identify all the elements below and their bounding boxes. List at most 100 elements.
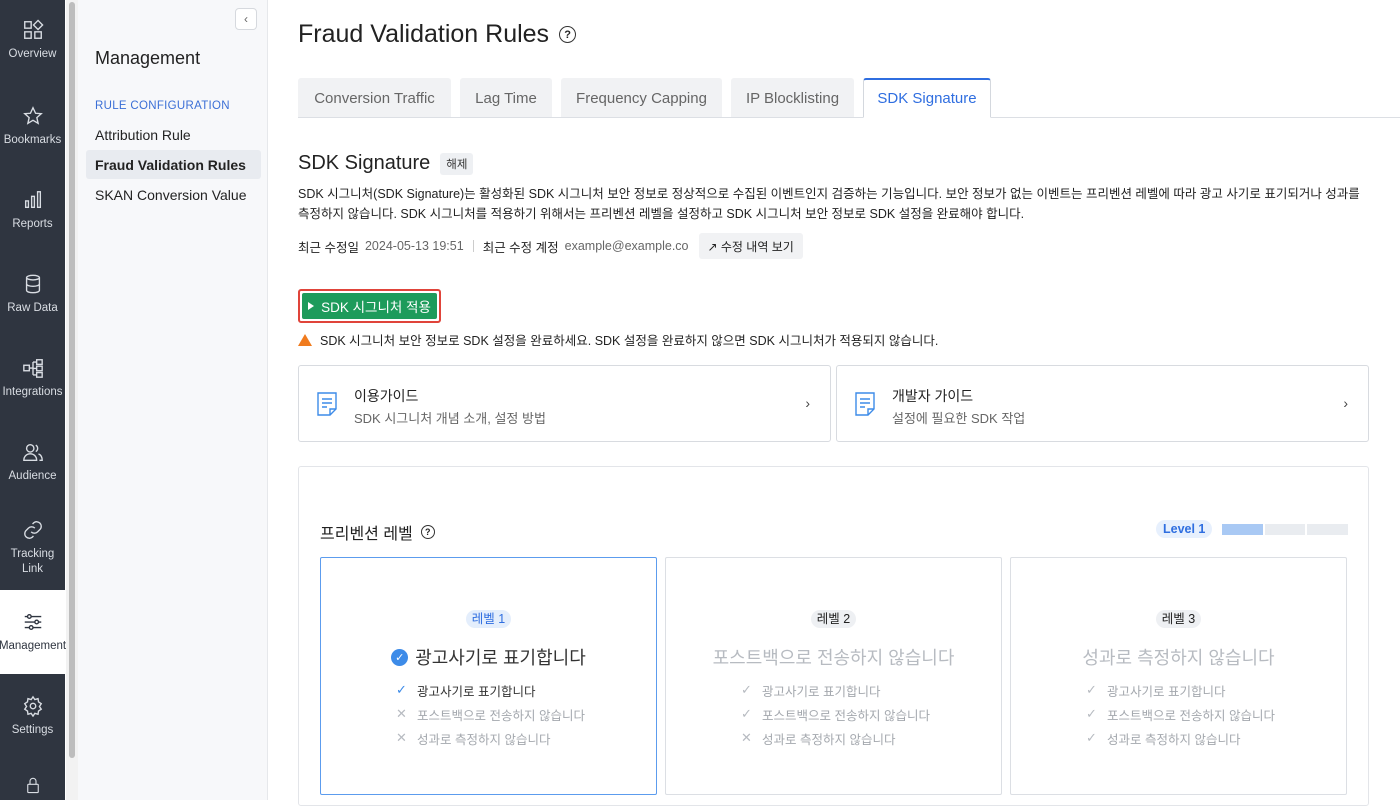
x-icon: ✕ <box>396 730 407 745</box>
nav-raw-data-label: Raw Data <box>7 301 58 314</box>
nav-raw-data[interactable]: Raw Data <box>0 254 65 334</box>
document-icon <box>855 392 875 416</box>
warning-message: SDK 시그니처 보안 정보로 SDK 설정을 완료하세요. SDK 설정을 완… <box>298 330 938 349</box>
nav-reports[interactable]: Reports <box>0 170 65 250</box>
level-badge: 레벨 2 <box>666 608 1001 628</box>
sidebar-item-skan-conversion-value[interactable]: SKAN Conversion Value <box>86 180 261 209</box>
overview-icon <box>23 18 44 39</box>
page-title: Fraud Validation Rules ? <box>298 20 577 49</box>
x-icon: ✕ <box>741 730 752 745</box>
nav-tracking-link-label: Tracking Link <box>10 548 55 575</box>
nav-audience-label: Audience <box>8 469 57 482</box>
list-item: ✕ 포스트백으로 전송하지 않습니다 <box>395 702 585 726</box>
list-item: ✓ 포스트백으로 전송하지 않습니다 <box>1085 702 1275 726</box>
developer-guide-title: 개발자 가이드 <box>892 388 974 404</box>
document-icon <box>317 392 337 416</box>
status-badge: 해제 <box>440 152 474 175</box>
link-icon <box>23 521 42 539</box>
user-guide-title: 이용가이드 <box>354 388 419 404</box>
help-icon[interactable]: ? <box>420 525 435 539</box>
check-icon: ✓ <box>1086 682 1097 697</box>
nav-settings[interactable]: Settings <box>0 676 65 756</box>
nav-lock[interactable] <box>0 760 65 800</box>
lock-icon <box>26 777 39 794</box>
nav-tracking-link[interactable]: Tracking Link <box>0 506 65 590</box>
nav-bookmarks-label: Bookmarks <box>3 133 62 146</box>
check-icon: ✓ <box>1086 706 1097 721</box>
database-icon <box>25 274 40 293</box>
sliders-icon <box>24 613 41 630</box>
developer-guide-card[interactable]: 개발자 가이드 설정에 필요한 SDK 작업 › <box>836 365 1369 442</box>
list-item: ✓ 포스트백으로 전송하지 않습니다 <box>740 702 930 726</box>
tab-sdk-signature[interactable]: SDK Signature <box>863 78 991 118</box>
level-badge-text: 레벨 2 <box>810 610 857 628</box>
list-item-text: 성과로 측정하지 않습니다 <box>762 732 896 747</box>
list-item-text: 광고사기로 표기합니다 <box>1107 684 1226 699</box>
page-title-text: Fraud Validation Rules <box>298 20 550 48</box>
modified-date-value: 2024-05-13 19:51 <box>364 239 464 253</box>
sidebar-item-attribution-rule[interactable]: Attribution Rule <box>86 120 261 149</box>
chevron-right-icon: › <box>805 395 810 411</box>
check-icon: ✓ <box>741 682 752 697</box>
list-item-text: 광고사기로 표기합니다 <box>417 684 536 699</box>
apply-sdk-signature-button[interactable]: SDK 시그니처 적용 <box>298 289 441 323</box>
modified-account-value: example@example.co <box>564 239 689 253</box>
warning-icon <box>298 333 312 346</box>
level-segment-1 <box>1222 524 1263 535</box>
modified-date-label: 최근 수정일 <box>298 240 359 255</box>
nav-overview-label: Overview <box>8 47 57 60</box>
level-card-1[interactable]: 레벨 1 ✓ 광고사기로 표기합니다 ✓ 광고사기로 표기합니다 ✕ 포스트백으로 전… <box>320 557 657 795</box>
tab-conversion-traffic[interactable]: Conversion Traffic <box>298 78 451 117</box>
nav-overview[interactable]: Overview <box>0 0 65 80</box>
check-icon: ✓ <box>741 706 752 721</box>
star-icon <box>22 105 43 125</box>
level-headline: 포스트백으로 전송하지 않습니다 <box>712 648 955 668</box>
current-level-badge: Level 1 <box>1156 520 1213 538</box>
collapse-sidebar-button[interactable]: ‹ <box>235 8 257 30</box>
list-item: ✓ 광고사기로 표기합니다 <box>740 678 930 702</box>
nav-management[interactable]: Management <box>0 590 66 674</box>
modification-meta: 최근 수정일 2024-05-13 19:51 최근 수정 계정 example… <box>298 233 803 259</box>
level-card-3[interactable]: 레벨 3 성과로 측정하지 않습니다 ✓ 광고사기로 표기합니다 ✓ 포스트백으로 … <box>1010 557 1347 795</box>
user-guide-card[interactable]: 이용가이드 SDK 시그니처 개념 소개, 설정 방법 › <box>298 365 831 442</box>
list-item: ✕ 성과로 측정하지 않습니다 <box>395 726 585 750</box>
user-guide-subtitle: SDK 시그니처 개념 소개, 설정 방법 <box>354 411 546 426</box>
tab-ip-blocklisting[interactable]: IP Blocklisting <box>731 78 854 117</box>
list-item: ✓ 광고사기로 표기합니다 <box>395 678 585 702</box>
developer-guide-subtitle: 설정에 필요한 SDK 작업 <box>892 411 1026 426</box>
level-headline: 성과로 측정하지 않습니다 <box>1082 648 1275 668</box>
tab-lag-time[interactable]: Lag Time <box>460 78 552 117</box>
nav-scrollbar[interactable] <box>66 0 78 800</box>
view-history-button[interactable]: ↗ 수정 내역 보기 <box>698 233 803 259</box>
level-badge: 레벨 1 <box>321 608 656 628</box>
nav-integrations[interactable]: Integrations <box>0 338 65 418</box>
level-segment-3 <box>1307 524 1349 535</box>
nav-bookmarks[interactable]: Bookmarks <box>0 86 65 166</box>
list-item-text: 성과로 측정하지 않습니다 <box>417 732 551 747</box>
help-icon[interactable]: ? <box>559 26 577 43</box>
modified-account-label: 최근 수정 계정 <box>482 240 559 255</box>
apply-button-inner: SDK 시그니처 적용 <box>302 293 437 319</box>
sidebar-title: Management <box>95 48 201 68</box>
level-card-2[interactable]: 레벨 2 포스트백으로 전송하지 않습니다 ✓ 광고사기로 표기합니다 ✓ 포스트백… <box>665 557 1002 795</box>
prevention-level-panel: 프리벤션 레벨 ? Level 1 레벨 1 ✓ 광고사기로 표기합니다 ✓ 광고사… <box>298 466 1369 806</box>
sidebar-item-fraud-validation-rules[interactable]: Fraud Validation Rules <box>86 150 261 179</box>
scrollbar-thumb[interactable] <box>69 2 75 758</box>
warning-text: SDK 시그니처 보안 정보로 SDK 설정을 완료하세요. SDK 설정을 완… <box>320 334 939 348</box>
list-item-text: 성과로 측정하지 않습니다 <box>1107 732 1241 747</box>
level-segment-2 <box>1264 524 1306 535</box>
level-headline-text: 광고사기로 표기합니다 <box>415 648 586 668</box>
nav-audience[interactable]: Audience <box>0 422 65 502</box>
nav-settings-label: Settings <box>11 723 54 736</box>
primary-nav-rail: Overview Bookmarks Reports Raw Data Inte… <box>0 0 66 800</box>
list-item-text: 포스트백으로 전송하지 않습니다 <box>417 708 585 723</box>
list-item: ✕ 성과로 측정하지 않습니다 <box>740 726 930 750</box>
tab-frequency-capping[interactable]: Frequency Capping <box>561 78 722 117</box>
check-icon: ✓ <box>1086 730 1097 745</box>
level-badge-text: 레벨 1 <box>465 610 512 628</box>
list-item-text: 광고사기로 표기합니다 <box>762 684 881 699</box>
tab-bar: Conversion Traffic Lag Time Frequency Ca… <box>298 78 1400 118</box>
section-title: SDK Signature 해제 <box>298 152 474 175</box>
level-badge: 레벨 3 <box>1011 608 1346 628</box>
level-badge-text: 레벨 3 <box>1155 610 1202 628</box>
